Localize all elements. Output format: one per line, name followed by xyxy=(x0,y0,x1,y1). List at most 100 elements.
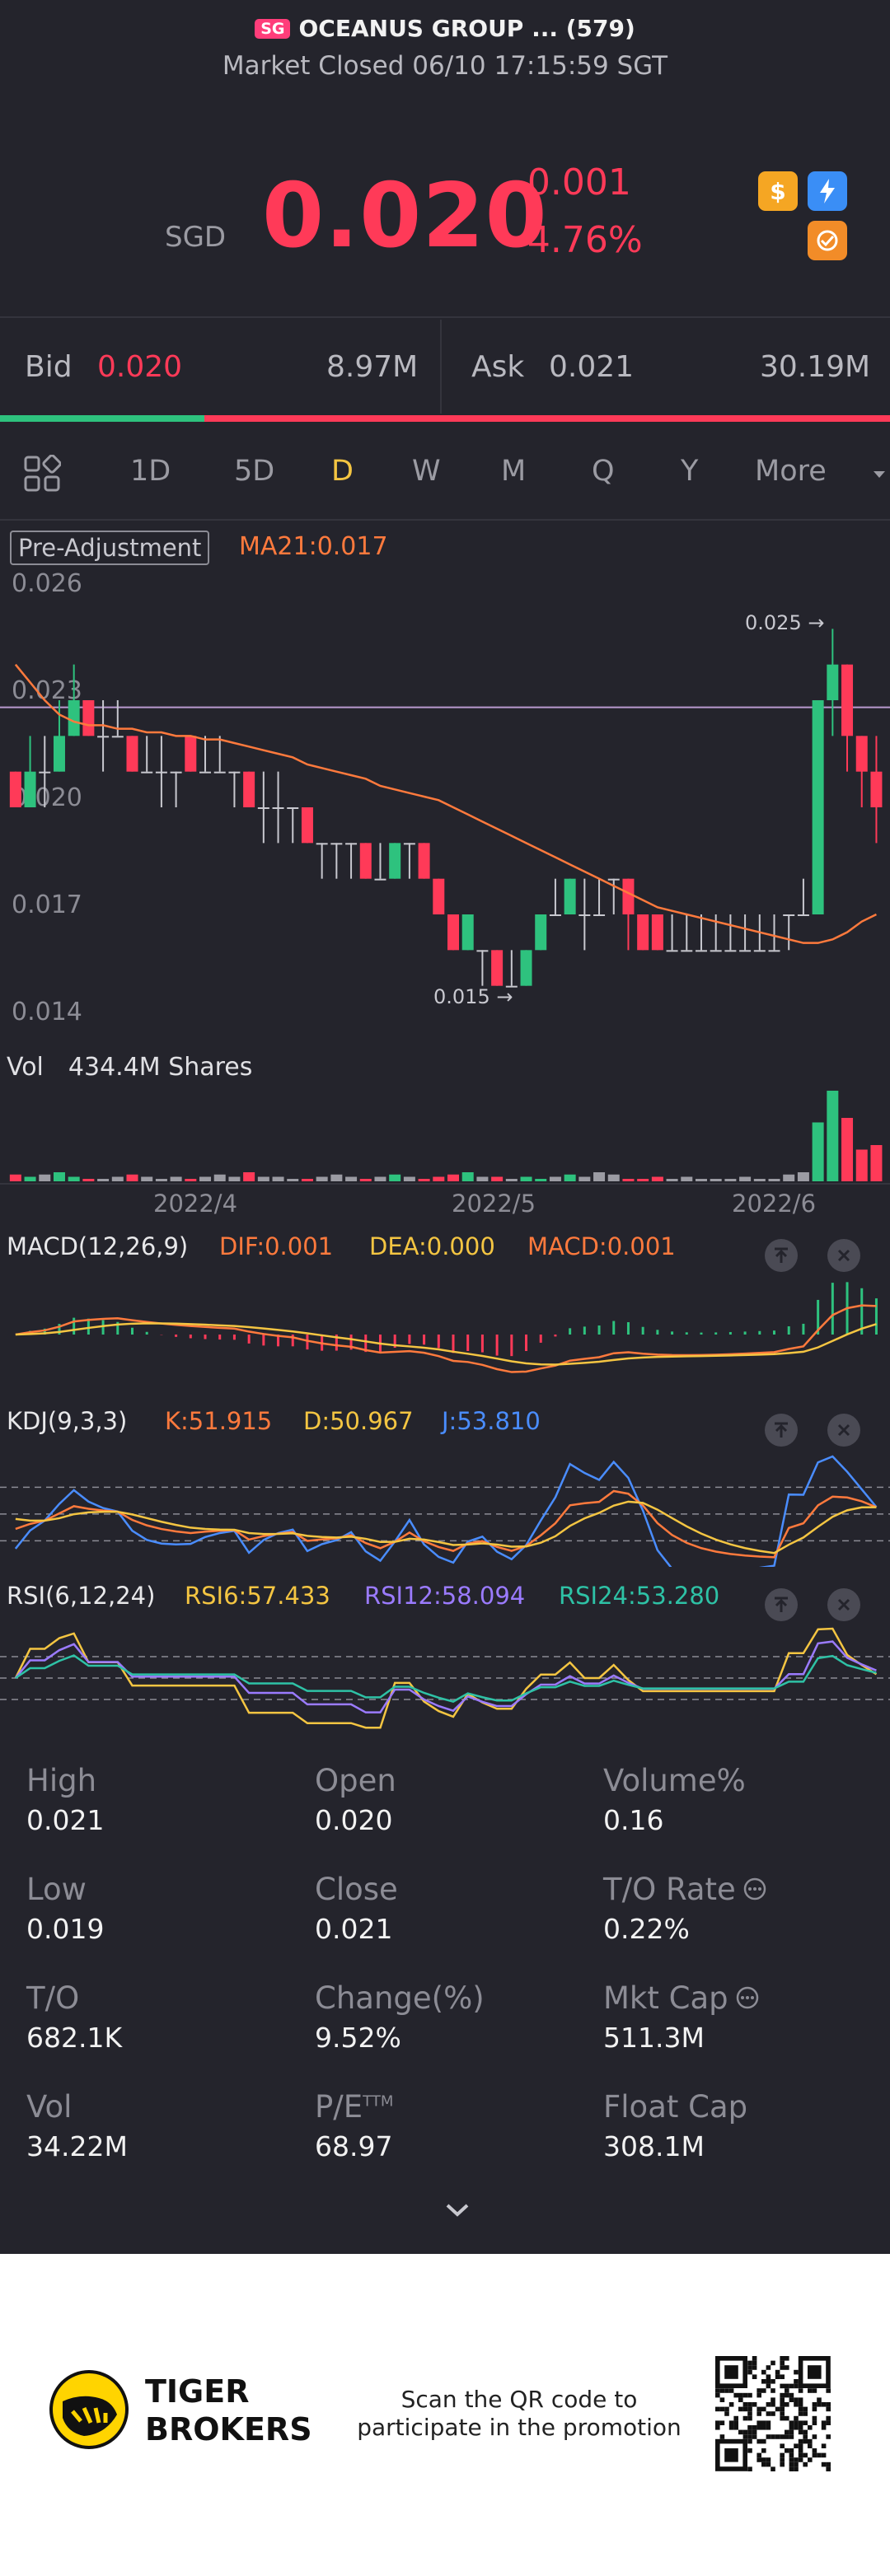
qr-module xyxy=(742,2429,748,2435)
qr-module xyxy=(733,2420,738,2425)
qr-module xyxy=(752,2356,757,2361)
qr-code-icon[interactable] xyxy=(712,2353,834,2475)
qr-module xyxy=(808,2425,813,2430)
close-icon[interactable] xyxy=(827,1414,860,1447)
tab-5d[interactable]: 5D xyxy=(234,455,274,488)
qr-module xyxy=(715,2388,720,2393)
qr-module xyxy=(794,2402,799,2407)
brand-wordmark: TIGER BROKERS xyxy=(145,2373,312,2448)
stock-title: SG OCEANUS GROUP ... (579) xyxy=(0,15,890,42)
volume-title: Vol xyxy=(7,1053,44,1082)
volume-bar xyxy=(359,1179,372,1181)
tab-m[interactable]: M xyxy=(501,455,526,488)
promo-line2: participate in the promotion xyxy=(357,2414,682,2441)
qr-module xyxy=(780,2411,785,2416)
macd-chart[interactable] xyxy=(0,1269,890,1400)
qr-module xyxy=(803,2411,808,2416)
stat-label-text: Float Cap xyxy=(603,2089,748,2125)
qr-module xyxy=(775,2406,780,2412)
stat-label-text: Close xyxy=(315,1872,398,1907)
qr-module xyxy=(756,2406,761,2412)
pin-top-icon[interactable] xyxy=(765,1239,798,1272)
stat-label: Mkt Cap xyxy=(603,1980,760,2017)
stock-name: OCEANUS GROUP ... (579) xyxy=(298,15,635,42)
qr-module xyxy=(817,2402,822,2407)
dollar-badge-icon[interactable]: $ xyxy=(758,171,798,211)
qr-module xyxy=(780,2397,785,2402)
qr-module xyxy=(789,2425,794,2430)
close-icon[interactable] xyxy=(827,1239,860,1272)
lightning-badge-icon[interactable] xyxy=(808,171,847,211)
volume-bar xyxy=(287,1179,299,1181)
qr-module xyxy=(724,2388,729,2393)
candlestick-chart[interactable]: 0.0260.0230.0200.0170.0140.025 →0.015 → xyxy=(0,568,890,1030)
qr-module xyxy=(780,2443,785,2448)
tab-y[interactable]: Y xyxy=(681,455,698,488)
tab-more[interactable]: More xyxy=(755,455,827,488)
qr-module xyxy=(794,2443,799,2448)
volume-bar xyxy=(535,1179,547,1181)
volume-bar xyxy=(24,1176,36,1181)
qr-module xyxy=(766,2434,771,2439)
rsi24-value: RSI24:53.280 xyxy=(559,1582,720,1610)
qr-module xyxy=(785,2356,789,2361)
candle-body xyxy=(199,771,212,774)
rsi-title: RSI(6,12,24) xyxy=(7,1582,156,1610)
qr-module xyxy=(728,2402,734,2407)
caret-down-icon[interactable] xyxy=(872,468,887,484)
pre-adjustment-toggle[interactable]: Pre-Adjustment xyxy=(10,531,210,565)
qr-module xyxy=(747,2411,752,2416)
candle-body xyxy=(870,771,883,807)
qr-module xyxy=(798,2457,803,2462)
qr-module xyxy=(785,2392,789,2398)
qr-module xyxy=(742,2415,748,2421)
candle-body xyxy=(374,878,386,881)
rsi-chart[interactable] xyxy=(0,1616,890,1740)
qr-module xyxy=(747,2425,752,2430)
kdj-chart[interactable] xyxy=(0,1443,890,1567)
options-badge-icon[interactable] xyxy=(808,221,847,260)
qr-module xyxy=(766,2374,771,2379)
bid-ask-divider xyxy=(440,320,442,414)
kdj-k: K:51.915 xyxy=(165,1407,273,1435)
candle-body xyxy=(257,807,269,809)
volume-chart[interactable] xyxy=(0,1079,890,1183)
market-status: Market Closed 06/10 17:15:59 SGT xyxy=(222,51,668,81)
qr-module xyxy=(789,2420,794,2425)
stat-label: Low xyxy=(26,1872,87,1907)
qr-module xyxy=(794,2369,799,2375)
tab-q[interactable]: Q xyxy=(592,455,615,488)
stat-value: 0.16 xyxy=(603,1804,664,1836)
qr-module xyxy=(756,2425,761,2430)
volume-bar xyxy=(155,1179,167,1181)
info-icon[interactable] xyxy=(735,1982,760,2017)
qr-module xyxy=(794,2420,799,2425)
macd-title: MACD(12,26,9) xyxy=(7,1232,189,1260)
volume-bar xyxy=(126,1174,138,1181)
tab-w[interactable]: W xyxy=(412,455,441,488)
pin-top-icon[interactable] xyxy=(765,1414,798,1447)
candle-body xyxy=(24,771,36,807)
price-change-percent: -4.76% xyxy=(514,219,643,261)
qr-module xyxy=(780,2374,785,2379)
candle-body xyxy=(316,843,328,845)
tab-d[interactable]: D xyxy=(331,455,354,488)
qr-module xyxy=(812,2406,817,2412)
qr-module xyxy=(826,2461,831,2467)
currency-label: SGD xyxy=(165,221,227,254)
candle-body xyxy=(535,914,547,951)
kdj-d: D:50.967 xyxy=(303,1407,414,1435)
expand-chevron-icon[interactable] xyxy=(443,2201,471,2223)
y-tick-label: 0.020 xyxy=(12,783,82,812)
info-icon[interactable] xyxy=(742,1873,767,1909)
volume-bar xyxy=(141,1176,153,1181)
candle-body xyxy=(783,914,795,916)
candle-body xyxy=(827,664,839,700)
stat-label-text: Vol xyxy=(26,2089,73,2125)
layout-grid-icon[interactable] xyxy=(23,454,62,496)
volume-bar xyxy=(389,1174,401,1181)
tab-1d[interactable]: 1D xyxy=(130,455,171,488)
stat-value: 68.97 xyxy=(315,2130,393,2162)
candle-body xyxy=(520,950,532,986)
brand-line2: BROKERS xyxy=(145,2411,312,2447)
